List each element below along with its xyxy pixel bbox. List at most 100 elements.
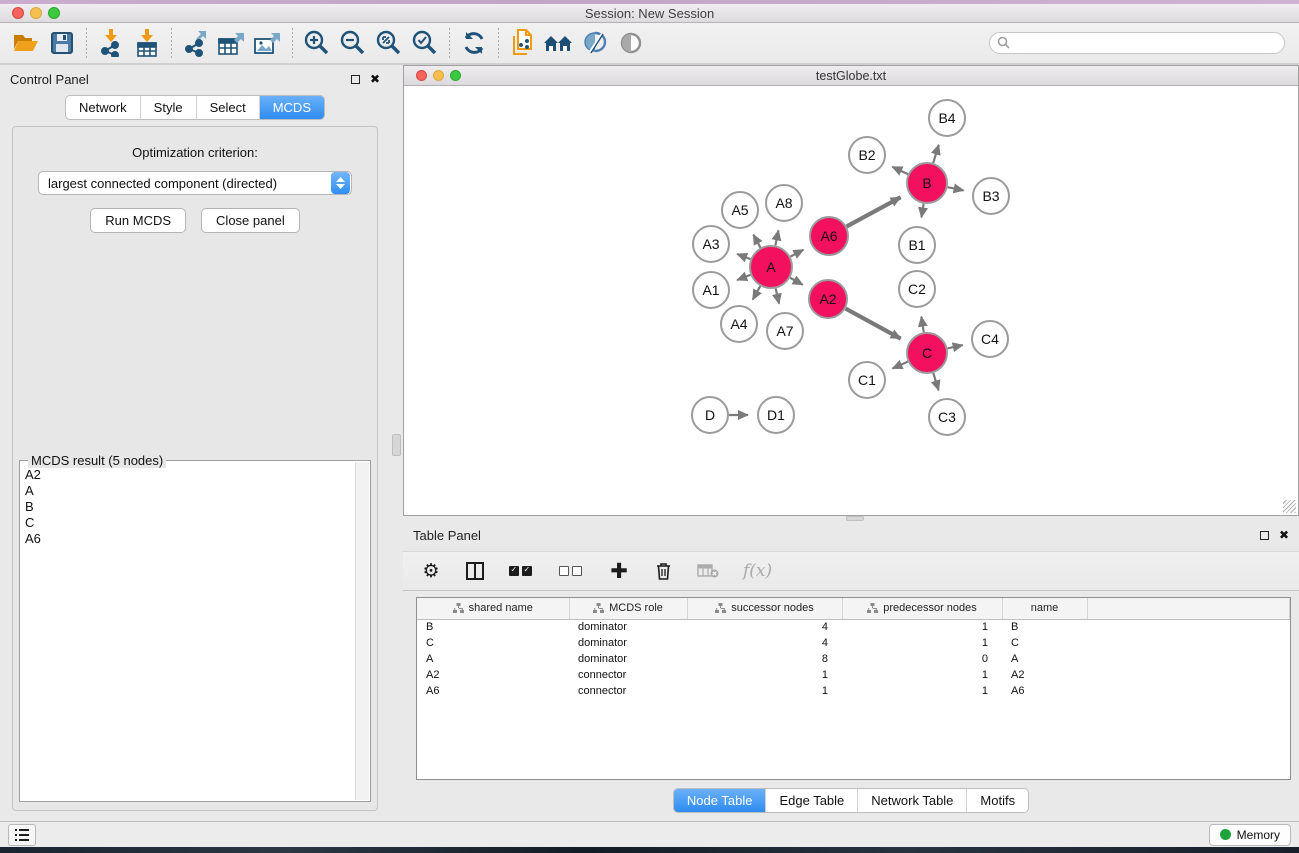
edge-B-B4[interactable] [933,145,939,163]
table-cell[interactable]: A2 [1002,667,1087,683]
table-cell[interactable]: 1 [842,667,1002,683]
table-cell[interactable]: 1 [842,619,1002,635]
table-row[interactable]: A6connector11A6 [417,683,1290,699]
table-cell[interactable]: A2 [417,667,569,683]
table-row[interactable]: Cdominator41C [417,635,1290,651]
float-table-panel-icon[interactable] [1260,531,1269,540]
zoom-out-icon[interactable] [335,26,371,60]
table-cell[interactable]: dominator [569,619,687,635]
zoom-fit-icon[interactable] [371,26,407,60]
column-header-MCDS-role[interactable]: MCDS role [569,598,687,619]
close-table-panel-icon[interactable]: ✖ [1279,529,1289,541]
export-table-icon[interactable] [214,26,250,60]
deselect-all-icon[interactable] [559,566,585,576]
tab-style[interactable]: Style [140,96,196,119]
refresh-layout-icon[interactable] [456,26,492,60]
tab-select[interactable]: Select [196,96,259,119]
table-cell[interactable]: dominator [569,651,687,667]
table-cell[interactable]: 8 [687,651,842,667]
edge-B-B2[interactable] [892,167,908,174]
table-cell[interactable]: dominator [569,635,687,651]
table-settings-icon[interactable]: ⚙ [421,560,441,583]
result-list-item[interactable]: B [25,499,354,515]
column-header-predecessor-nodes[interactable]: predecessor nodes [842,598,1002,619]
table-cell[interactable]: 4 [687,619,842,635]
edge-C-C1[interactable] [893,362,908,369]
tab-mcds[interactable]: MCDS [259,96,324,119]
edge-B-B3[interactable] [948,187,964,190]
column-header-shared-name[interactable]: shared name [417,598,569,619]
table-cell[interactable]: 1 [842,683,1002,699]
tab-motifs[interactable]: Motifs [966,789,1028,812]
tab-network-table[interactable]: Network Table [857,789,966,812]
search-input[interactable] [989,32,1285,54]
table-cell[interactable]: A [417,651,569,667]
zoom-selected-icon[interactable] [407,26,443,60]
result-scrollbar[interactable] [355,462,369,800]
table-row[interactable]: Adominator80A [417,651,1290,667]
import-network-icon[interactable] [93,26,129,60]
mcds-result-list[interactable]: A2ABCA6 [21,462,354,800]
add-column-icon[interactable]: ✚ [609,559,629,584]
float-panel-icon[interactable] [351,75,360,84]
edge-A-A4[interactable] [753,286,761,299]
import-table-icon[interactable] [129,26,165,60]
table-cell[interactable]: C [417,635,569,651]
table-cell[interactable]: A [1002,651,1087,667]
apply-style-icon[interactable] [577,26,613,60]
horizontal-splitter[interactable] [403,516,1299,521]
edge-A2-C[interactable] [846,309,901,339]
memory-button[interactable]: Memory [1209,824,1291,846]
close-panel-button[interactable]: Close panel [201,208,300,233]
edge-A-A3[interactable] [737,254,750,259]
open-file-icon[interactable] [8,26,44,60]
table-cell[interactable]: B [1002,619,1087,635]
table-cell[interactable]: 1 [687,667,842,683]
splitter-handle[interactable] [392,434,401,456]
table-row[interactable]: Bdominator41B [417,619,1290,635]
zoom-in-icon[interactable] [299,26,335,60]
table-cell[interactable]: 0 [842,651,1002,667]
network-graph[interactable]: AA1A2A3A4A5A6A7A8BB1B2B3B4CC1C2C3C4DD1 [404,86,1297,510]
table-cell[interactable]: 1 [687,683,842,699]
edge-B-B1[interactable] [921,204,923,218]
table-cell[interactable]: connector [569,683,687,699]
show-hide-icon[interactable] [613,26,649,60]
edge-A-A7[interactable] [776,288,779,303]
task-history-button[interactable] [8,824,36,846]
edge-A-A6[interactable] [790,250,803,257]
criterion-select[interactable]: largest connected component (directed) [38,171,352,195]
edge-A6-B[interactable] [847,197,901,226]
edge-A-A1[interactable] [737,275,750,280]
run-mcds-button[interactable]: Run MCDS [90,208,186,233]
table-cell[interactable]: B [417,619,569,635]
panel-splitter[interactable] [390,65,403,821]
copy-network-icon[interactable] [505,26,541,60]
tab-node-table[interactable]: Node Table [674,789,766,812]
column-header-name[interactable]: name [1002,598,1087,619]
table-row[interactable]: A2connector11A2 [417,667,1290,683]
edge-A-A2[interactable] [790,278,803,285]
horizontal-splitter-handle[interactable] [846,516,864,521]
edge-C-C2[interactable] [921,317,923,333]
column-browser-icon[interactable] [465,562,485,580]
table-cell[interactable]: A6 [1002,683,1087,699]
tab-network[interactable]: Network [66,96,140,119]
tab-edge-table[interactable]: Edge Table [765,789,857,812]
table-cell[interactable]: 4 [687,635,842,651]
close-panel-icon[interactable]: ✖ [370,73,380,85]
result-list-item[interactable]: A [25,483,354,499]
table-cell[interactable]: C [1002,635,1087,651]
select-all-icon[interactable] [509,566,535,576]
node-table[interactable]: shared nameMCDS rolesuccessor nodesprede… [417,598,1290,699]
delete-column-icon[interactable] [653,562,673,580]
result-list-item[interactable]: C [25,515,354,531]
table-cell[interactable]: 1 [842,635,1002,651]
save-session-icon[interactable] [44,26,80,60]
edge-A-A5[interactable] [753,235,760,248]
home-layout-icon[interactable] [541,26,577,60]
column-header-successor-nodes[interactable]: successor nodes [687,598,842,619]
network-canvas[interactable]: AA1A2A3A4A5A6A7A8BB1B2B3B4CC1C2C3C4DD1 [404,86,1298,515]
resize-grip-icon[interactable] [1283,500,1296,513]
export-image-icon[interactable] [250,26,286,60]
